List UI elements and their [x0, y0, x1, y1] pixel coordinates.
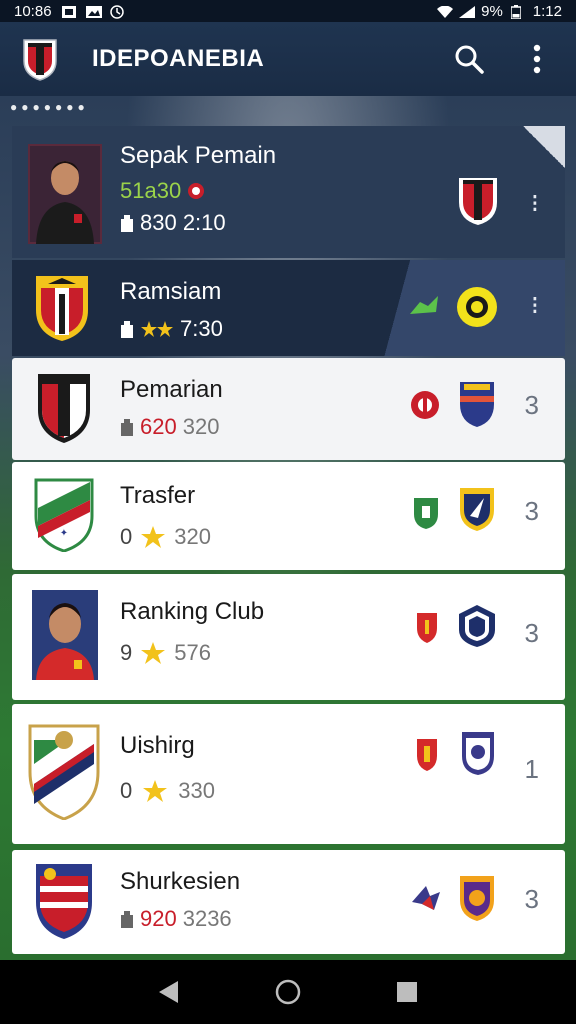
status-bar: 10:86 9% 1:12	[0, 0, 576, 22]
club-badge-icon	[457, 176, 499, 231]
home-circle-icon	[275, 979, 301, 1005]
item-subtitle: 51a30	[120, 178, 182, 203]
club-badge-icon	[458, 486, 496, 537]
item-rank: 3	[524, 618, 539, 648]
status-time: 10:86	[14, 2, 52, 20]
club-badge-icon	[458, 380, 496, 433]
sync-icon	[109, 5, 124, 19]
team-logo-icon	[416, 738, 438, 777]
status-clock: 1:12	[532, 2, 562, 20]
list-item[interactable]: Pemarian 620 320 3	[12, 358, 565, 460]
item-stats: 7:30	[180, 316, 223, 341]
item-title: Trasfer	[120, 482, 196, 509]
item-stat-prefix: 9	[120, 640, 133, 665]
item-stats: 3236	[182, 906, 232, 931]
list-item[interactable]: Uishirg 0 330 1	[12, 704, 565, 844]
search-icon	[455, 45, 484, 74]
list-item[interactable]: ✦ Trasfer 0 320 3	[12, 462, 565, 570]
stats-icon	[121, 419, 133, 436]
app-title: IDEPOANEBIA	[92, 45, 265, 72]
svg-text:✦: ✦	[60, 528, 68, 539]
item-rank: ⁝	[530, 188, 539, 218]
recents-button[interactable]	[387, 972, 427, 1012]
item-rank: ⁝	[530, 290, 539, 320]
search-button[interactable]	[452, 42, 486, 76]
list-item[interactable]: Ramsiam 7:30 ⁝	[12, 260, 565, 356]
item-stats: 330	[178, 778, 215, 803]
battery-icon	[510, 5, 525, 20]
item-stat-highlight: 620	[140, 414, 177, 439]
item-stats: 830 2:10	[140, 210, 226, 235]
item-stat-prefix: 0	[120, 778, 133, 803]
app-logo-icon	[22, 37, 58, 81]
club-badge-icon	[456, 286, 498, 333]
item-title: Pemarian	[120, 376, 223, 403]
recents-square-icon	[396, 982, 417, 1002]
club-crest-icon	[36, 372, 92, 449]
club-badge-icon	[460, 730, 496, 781]
player-avatar	[28, 144, 102, 249]
list-item[interactable]: Ranking Club 9 576 3	[12, 574, 565, 700]
item-stats: 576	[174, 640, 211, 665]
stadium-lights-decoration: ●●●●●●●	[10, 100, 89, 114]
item-rank: 3	[524, 390, 539, 420]
team-logo-icon	[416, 612, 438, 649]
team-logo-icon	[412, 496, 440, 535]
player-avatar	[32, 590, 98, 685]
item-title: Uishirg	[120, 732, 195, 759]
club-crest-icon	[34, 274, 90, 347]
list-item[interactable]: Shurkesien 920 3236 3	[12, 850, 565, 954]
item-stats: 320	[182, 414, 220, 439]
team-logo-icon	[410, 882, 442, 917]
item-stat-prefix: 0	[120, 524, 133, 549]
item-stats: 320	[174, 524, 211, 549]
club-badge-icon	[458, 874, 496, 927]
item-title: Ramsiam	[120, 278, 222, 305]
star-icon	[141, 642, 166, 664]
home-button[interactable]	[268, 972, 308, 1012]
star-icon	[141, 321, 173, 337]
star-icon	[141, 526, 166, 548]
item-rank: 1	[524, 754, 539, 784]
app-bar: IDEPOANEBIA	[0, 22, 576, 96]
battery-percent: 9%	[481, 2, 503, 20]
club-crest-icon	[34, 862, 94, 945]
stats-icon	[121, 215, 133, 232]
gallery-icon	[85, 5, 102, 18]
item-rank: 3	[524, 884, 539, 914]
wifi-icon	[437, 5, 454, 18]
item-stat-highlight: 920	[140, 906, 177, 931]
item-title: Ranking Club	[120, 598, 265, 625]
stats-icon	[121, 911, 133, 928]
item-title: Sepak Pemain	[120, 142, 277, 169]
back-button[interactable]	[149, 972, 189, 1012]
item-title: Shurkesien	[120, 868, 241, 895]
system-nav-bar	[0, 960, 576, 1024]
back-triangle-icon	[159, 981, 179, 1003]
club-crest-icon: ✦	[34, 478, 94, 557]
star-icon	[143, 780, 168, 802]
more-options-button[interactable]	[520, 42, 554, 76]
notification-icon	[61, 5, 76, 18]
team-badge-small-icon	[188, 183, 205, 199]
stats-icon	[121, 321, 133, 338]
list-item[interactable]: Sepak Pemain 51a30 830 2:10 ⁝	[12, 126, 565, 258]
signal-icon	[459, 5, 476, 18]
item-rank: 3	[524, 496, 539, 526]
club-badge-icon	[458, 604, 496, 653]
club-crest-icon	[28, 724, 100, 825]
more-vert-icon	[533, 44, 541, 74]
team-logo-icon	[410, 388, 440, 427]
trend-arrow-icon	[410, 296, 438, 323]
corner-fold-icon[interactable]	[523, 126, 565, 168]
